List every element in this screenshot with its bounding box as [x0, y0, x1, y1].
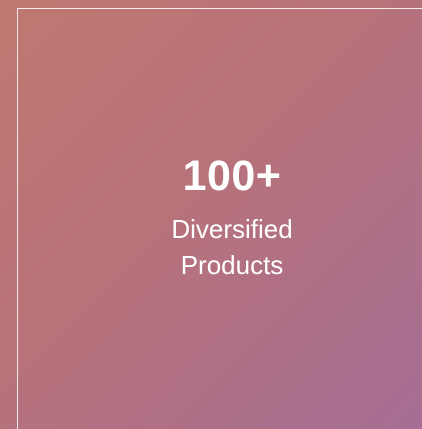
frame-left-border [17, 8, 18, 429]
frame-top-border [18, 8, 422, 9]
stat-label: Diversified Products [132, 211, 332, 283]
stat-label-line-2: Products [180, 250, 284, 280]
stat-block: 100+ Diversified Products [132, 150, 332, 283]
stat-label-line-1: Diversified [171, 214, 293, 244]
stat-number: 100+ [182, 152, 282, 200]
